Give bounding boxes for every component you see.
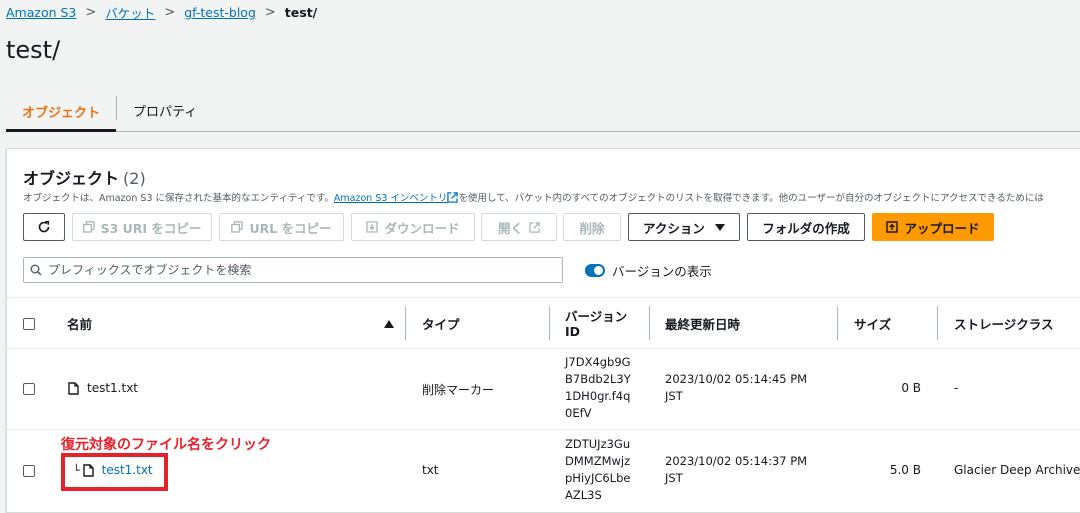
tab-objects[interactable]: オブジェクト — [6, 90, 117, 132]
sort-ascending-icon[interactable] — [384, 298, 394, 350]
copy-url-button[interactable]: URL をコピー — [219, 213, 344, 241]
version-id-line: 1DH0gr.f4q — [565, 389, 631, 403]
column-divider — [837, 306, 838, 340]
upload-icon — [886, 221, 899, 233]
delete-label: 削除 — [579, 220, 605, 236]
file-icon — [68, 381, 79, 395]
table-header: 名前 タイプ バージョン ID 最終更新日時 サイズ ストレージクラス — [7, 297, 1080, 349]
object-type: txt — [422, 463, 439, 477]
download-label: ダウンロード — [384, 220, 460, 236]
refresh-button[interactable] — [23, 213, 65, 241]
copy-url-label: URL をコピー — [249, 220, 332, 236]
object-type: 削除マーカー — [422, 383, 495, 397]
version-id-line: AZL3S — [565, 488, 602, 502]
column-divider — [549, 306, 550, 340]
upload-label: アップロード — [904, 220, 980, 236]
column-divider — [405, 306, 406, 340]
storage-class: Glacier Deep Archive — [954, 463, 1080, 477]
copy-s3-uri-button[interactable]: S3 URI をコピー — [72, 213, 212, 241]
header-last-modified[interactable]: 最終更新日時 — [665, 298, 740, 350]
tab-bar: オブジェクト プロパティ — [6, 90, 1080, 132]
last-modified-tz: JST — [665, 471, 683, 485]
breadcrumb-link-buckets[interactable]: バケット — [105, 3, 155, 22]
version-id-line: 0EfV — [565, 406, 592, 420]
breadcrumb-link-bucket[interactable]: gf-test-blog — [184, 5, 256, 20]
version-id-line: J7DX4gb9G — [565, 355, 631, 369]
chevron-right-icon: > — [164, 5, 176, 20]
version-toggle-label: バージョンの表示 — [612, 264, 712, 279]
chevron-right-icon: > — [264, 5, 276, 20]
object-name-cell: test1.txt — [68, 381, 138, 395]
description-text: オブジェクトは、Amazon S3 に保存された基本的なエンティティです。 — [23, 193, 334, 204]
objects-heading: オブジェクト (2) — [23, 165, 146, 189]
object-size: 5.0 B — [889, 463, 921, 477]
copy-icon — [231, 221, 244, 233]
header-name[interactable]: 名前 — [67, 298, 92, 350]
last-modified-date: 2023/10/02 05:14:37 PM — [665, 454, 808, 468]
objects-count: (2) — [123, 169, 146, 188]
version-id: ZDTUJz3Gu DMMZMwjz pHiyJC6Lbe AZL3S — [565, 436, 630, 504]
open-button[interactable]: 開く — [481, 213, 557, 241]
inventory-link[interactable]: Amazon S3 インベントリ — [334, 193, 448, 204]
last-modified-tz: JST — [665, 389, 683, 403]
table-row: test1.txt 削除マーカー J7DX4gb9G B7Bdb2L3Y 1DH… — [7, 349, 1080, 430]
version-id: J7DX4gb9G B7Bdb2L3Y 1DH0gr.f4q 0EfV — [565, 354, 631, 422]
breadcrumb: Amazon S3 > バケット > gf-test-blog > test/ — [6, 3, 317, 22]
version-toggle: バージョンの表示 — [585, 261, 712, 280]
tab-properties[interactable]: プロパティ — [117, 90, 213, 131]
delete-button[interactable]: 削除 — [563, 213, 621, 241]
external-link-icon[interactable] — [447, 192, 459, 203]
object-size: 0 B — [901, 381, 921, 395]
annotation-text: 復元対象のファイル名をクリック — [61, 437, 271, 453]
object-name: test1.txt — [87, 381, 139, 395]
create-folder-button[interactable]: フォルダの作成 — [747, 213, 865, 241]
annotation-highlight-box — [61, 453, 168, 491]
copy-icon — [82, 221, 95, 233]
chevron-right-icon: > — [85, 5, 97, 20]
actions-dropdown[interactable]: アクション — [628, 213, 740, 241]
column-divider — [937, 306, 938, 340]
header-version-id-line2: ID — [565, 324, 581, 339]
external-link-icon — [529, 221, 540, 233]
search-icon — [30, 264, 42, 276]
upload-button[interactable]: アップロード — [872, 213, 994, 241]
version-id-line: pHiyJC6Lbe — [565, 471, 631, 485]
storage-class: - — [954, 381, 959, 395]
version-id-line: B7Bdb2L3Y — [565, 372, 631, 386]
page-title: test/ — [6, 36, 61, 64]
last-modified: 2023/10/02 05:14:37 PM JST — [665, 453, 807, 487]
header-version-id-line1: バージョン — [565, 309, 628, 324]
header-storage-class[interactable]: ストレージクラス — [954, 298, 1054, 350]
select-all-checkbox[interactable] — [23, 298, 35, 350]
last-modified: 2023/10/02 05:14:45 PM JST — [665, 371, 807, 405]
breadcrumb-link-s3[interactable]: Amazon S3 — [6, 5, 76, 20]
actions-label: アクション — [643, 220, 705, 236]
search-input[interactable] — [48, 263, 548, 277]
row-checkbox[interactable] — [23, 465, 35, 477]
objects-heading-title: オブジェクト — [23, 169, 120, 188]
objects-description: オブジェクトは、Amazon S3 に保存された基本的なエンティティです。Ama… — [23, 190, 1044, 204]
create-folder-label: フォルダの作成 — [762, 220, 850, 236]
open-label: 開く — [497, 220, 523, 236]
refresh-icon — [38, 221, 50, 233]
header-version-id[interactable]: バージョン ID — [565, 298, 627, 350]
header-size[interactable]: サイズ — [854, 298, 891, 350]
row-checkbox[interactable] — [23, 383, 35, 395]
breadcrumb-current: test/ — [284, 5, 318, 20]
description-text-rest: を使用して、バケット内のすべてのオブジェクトのリストを取得できます。他のユーザー… — [458, 193, 1044, 204]
version-id-line: DMMZMwjz — [565, 454, 631, 468]
copy-s3-uri-label: S3 URI をコピー — [100, 220, 202, 236]
objects-panel: オブジェクト (2) オブジェクトは、Amazon S3 に保存された基本的なエン… — [6, 148, 1080, 513]
download-icon — [366, 221, 379, 233]
header-type[interactable]: タイプ — [422, 298, 460, 350]
search-box — [23, 257, 563, 283]
version-id-line: ZDTUJz3Gu — [565, 437, 631, 451]
column-divider — [649, 306, 650, 340]
caret-down-icon — [714, 223, 725, 231]
download-button[interactable]: ダウンロード — [351, 213, 475, 241]
last-modified-date: 2023/10/02 05:14:45 PM — [665, 372, 808, 386]
version-toggle-switch[interactable] — [585, 264, 605, 277]
